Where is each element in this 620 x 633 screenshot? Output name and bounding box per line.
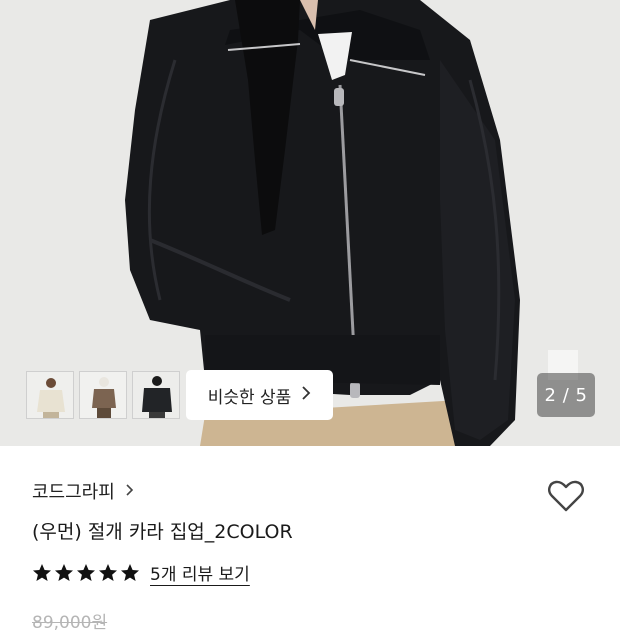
star-icon [77,563,95,581]
thumbnail-black[interactable] [132,371,180,419]
image-counter: 2 / 5 [537,373,595,417]
star-icon [33,563,51,581]
product-title: (우먼) 절개 카라 집업_2COLOR [32,521,293,543]
star-icon [99,563,117,581]
wishlist-button[interactable] [546,476,586,516]
brand-link[interactable]: 코드그라피 [32,478,134,504]
star-icon [55,563,73,581]
heart-outline-icon [548,480,584,512]
chevron-right-icon [125,481,134,502]
similar-products-label: 비슷한 상품 [207,387,292,408]
thumbnail-strip [26,371,180,419]
chevron-right-icon [301,385,311,405]
brand-name: 코드그라피 [32,482,115,503]
rating-row: 5개 리뷰 보기 [32,560,250,585]
star-icon [121,563,139,581]
original-price: 89,000원 [32,613,108,633]
thumbnail-cream[interactable] [26,371,74,419]
product-image-gallery[interactable]: 비슷한 상품 2 / 5 [0,0,620,446]
rating-stars [32,563,140,583]
similar-products-button[interactable]: 비슷한 상품 [186,370,333,420]
thumbnail-brown[interactable] [79,371,127,419]
review-link[interactable]: 5개 리뷰 보기 [150,560,250,585]
